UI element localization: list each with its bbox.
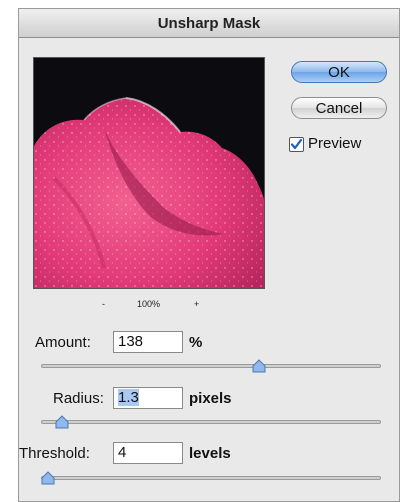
amount-slider-thumb[interactable] [252,359,266,373]
preview-checkbox[interactable] [289,137,304,152]
radius-value: 1.3 [118,389,139,406]
checkmark-icon [290,138,303,150]
threshold-slider-track[interactable] [41,476,381,480]
dialog-title-bar[interactable]: Unsharp Mask [19,9,399,38]
amount-unit: % [189,334,203,351]
threshold-slider-thumb[interactable] [41,471,55,485]
rose-petal-image [34,58,264,288]
radius-field[interactable]: 1.3 [113,387,183,409]
amount-label: Amount: [35,334,91,351]
threshold-value: 4 [118,444,127,461]
amount-slider-track[interactable] [41,364,381,368]
preview-checkbox-label[interactable]: Preview [308,135,361,152]
radius-slider-thumb[interactable] [55,415,69,429]
zoom-level-label: 100% [137,299,161,309]
dialog-title: Unsharp Mask [157,15,261,32]
cancel-button[interactable]: Cancel [291,97,387,119]
unsharp-mask-dialog: Unsharp Mask - 100% + OK Cancel Preview … [18,8,400,502]
threshold-unit: levels [189,445,231,462]
amount-field[interactable]: 138 [113,331,183,353]
radius-label: Radius: [53,390,104,407]
amount-value: 138 [118,333,144,350]
threshold-label: Threshold: [19,445,90,462]
radius-unit: pixels [189,390,232,407]
radius-slider-track[interactable] [41,420,381,424]
image-preview[interactable] [33,57,265,289]
zoom-out-button[interactable]: - [102,299,105,309]
ok-button[interactable]: OK [291,61,387,83]
threshold-field[interactable]: 4 [113,442,183,464]
zoom-in-button[interactable]: + [194,299,199,309]
